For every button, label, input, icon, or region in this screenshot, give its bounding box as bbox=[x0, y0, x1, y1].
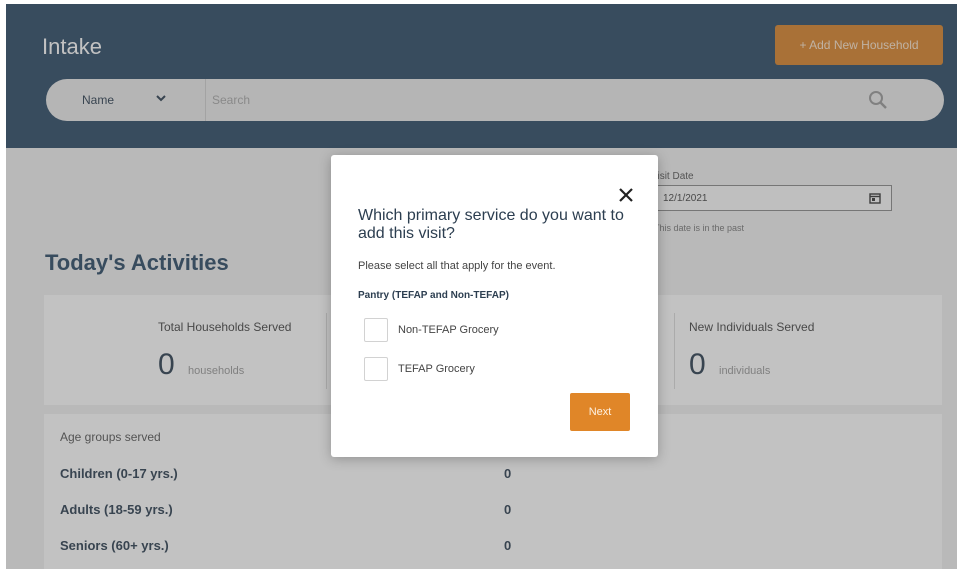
option-non-tefap-grocery[interactable]: Non-TEFAP Grocery bbox=[364, 317, 499, 343]
primary-service-modal: Which primary service do you want to add… bbox=[331, 155, 658, 457]
option-tefap-grocery[interactable]: TEFAP Grocery bbox=[364, 356, 475, 382]
checkbox[interactable] bbox=[364, 357, 388, 381]
option-label: TEFAP Grocery bbox=[398, 363, 475, 375]
modal-subtitle: Please select all that apply for the eve… bbox=[358, 260, 556, 272]
next-button[interactable]: Next bbox=[570, 393, 630, 431]
option-label: Non-TEFAP Grocery bbox=[398, 324, 499, 336]
intake-page: Intake + Add New Household Name Visit Da… bbox=[6, 4, 957, 569]
modal-heading: Which primary service do you want to add… bbox=[358, 207, 624, 242]
service-group-label: Pantry (TEFAP and Non-TEFAP) bbox=[358, 290, 509, 301]
close-icon[interactable] bbox=[616, 185, 636, 205]
checkbox[interactable] bbox=[364, 318, 388, 342]
